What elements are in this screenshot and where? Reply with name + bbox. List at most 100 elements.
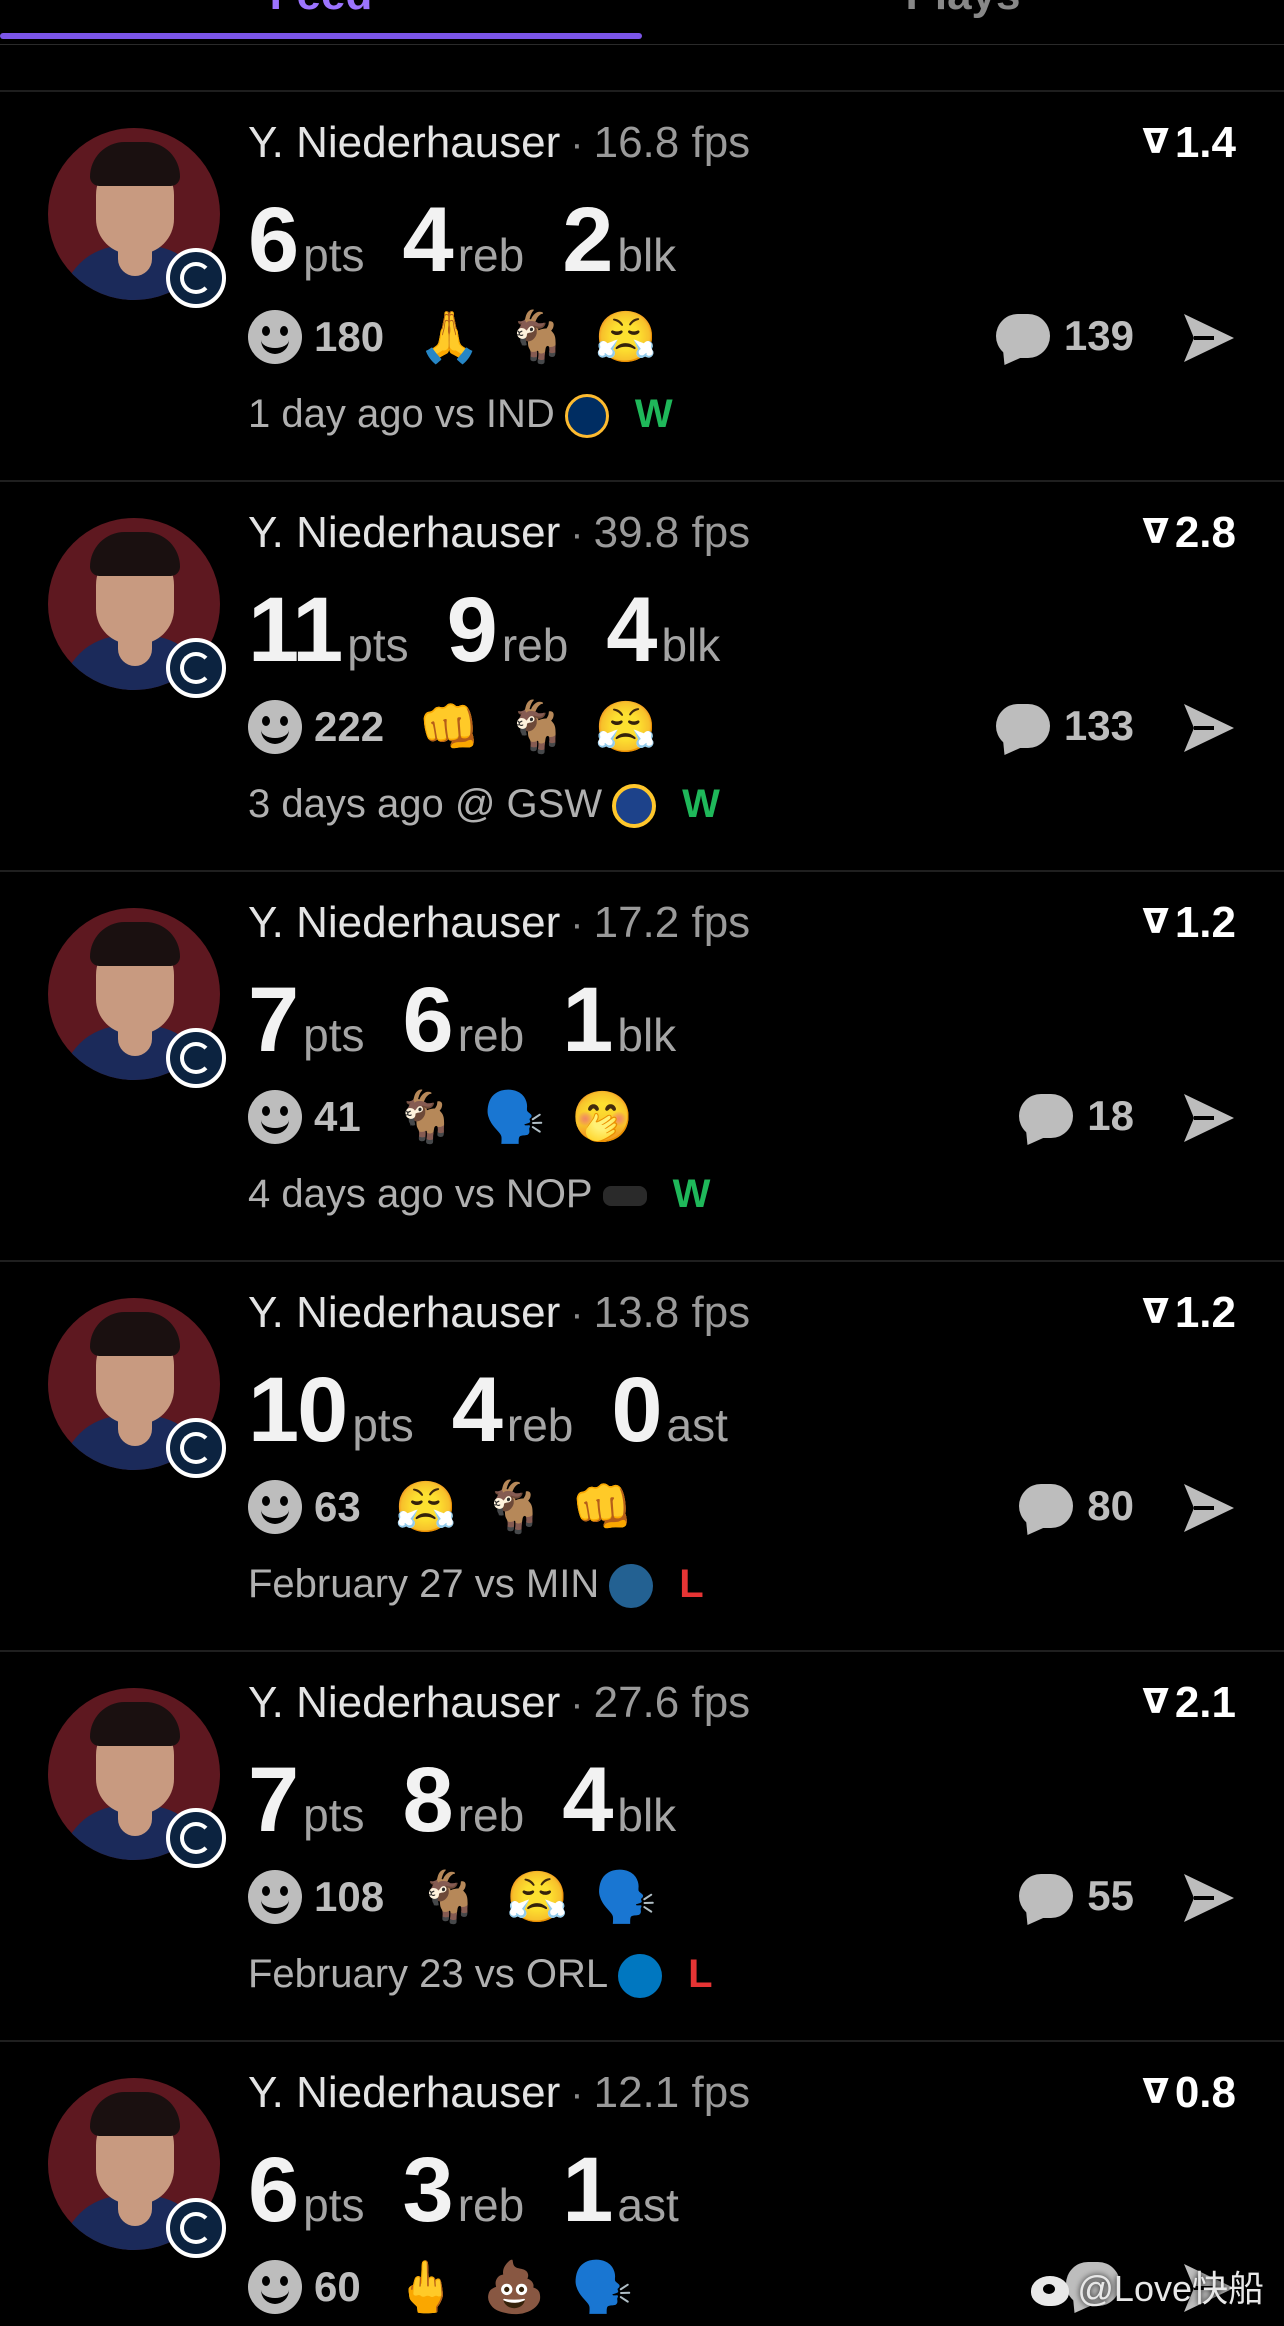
rating-icon: ᐁ [1142, 1293, 1169, 1331]
game-info[interactable]: 3 days ago @ GSW W [248, 782, 720, 829]
player-name[interactable]: Y. Niederhauser [248, 2068, 560, 2117]
reaction-emoji[interactable]: 😤 [595, 312, 657, 362]
stat-value: 0 [611, 1359, 662, 1461]
feed-card[interactable]: Y. Niederhauser · 13.8 fps ᐁ 1.2 10 pts 4 reb 0… [0, 1262, 1284, 1652]
reaction-emoji[interactable]: 😤 [395, 1482, 457, 1532]
smiley-icon[interactable] [248, 310, 302, 364]
timberwolves-logo [609, 1564, 654, 1609]
stat-unit: blk [617, 1789, 677, 1841]
game-info[interactable]: February 27 vs MIN L [248, 1562, 704, 1609]
stat-unit: blk [617, 1009, 677, 1061]
share-icon[interactable] [1180, 310, 1238, 366]
stat-value: 3 [402, 2139, 454, 2241]
rating-icon: ᐁ [1142, 1683, 1169, 1721]
reaction-emoji[interactable]: 🗣️ [595, 1872, 657, 1922]
comment-count: 80 [1087, 1482, 1134, 1529]
player-name[interactable]: Y. Niederhauser [248, 118, 560, 167]
feed-card[interactable]: Y. Niederhauser · 39.8 fps ᐁ 2.8 11 pts 9 reb 4… [0, 482, 1284, 872]
comment-icon [1019, 1094, 1074, 1138]
pelicans-logo [602, 1186, 647, 1207]
reaction-emoji[interactable]: 🐐 [506, 312, 568, 362]
stat-value: 9 [446, 579, 498, 681]
smiley-icon[interactable] [248, 1480, 302, 1534]
stat-unit: reb [506, 1399, 574, 1451]
rating-value: 1.2 [1174, 1288, 1236, 1337]
player-name[interactable]: Y. Niederhauser [248, 1678, 560, 1727]
reaction-emoji[interactable]: 💩 [483, 2262, 545, 2312]
separator-dot: · [570, 2072, 584, 2116]
card-header: Y. Niederhauser · 27.6 fps [248, 1678, 750, 1728]
fantasy-points: 16.8 fps [593, 118, 751, 167]
reaction-emoji[interactable]: 🤭 [571, 1092, 633, 1142]
reaction-emoji[interactable]: 🗣️ [483, 1092, 545, 1142]
separator-dot: · [570, 1682, 584, 1726]
comments-button[interactable]: 55 [1019, 1872, 1134, 1920]
magic-logo [618, 1954, 663, 1999]
smiley-icon[interactable] [248, 2260, 302, 2314]
rating-value: 1.4 [1174, 118, 1236, 167]
stat-value: 6 [248, 189, 299, 291]
reaction-emoji[interactable]: 👊 [418, 702, 480, 752]
stat-line: 6 pts 4 reb 2 blk [248, 188, 714, 293]
stat-line: 6 pts 3 reb 1 ast [248, 2138, 717, 2243]
stat-value: 4 [402, 189, 454, 291]
feed-card[interactable]: Y. Niederhauser · 27.6 fps ᐁ 2.1 7 pts 8 reb 4 b… [0, 1652, 1284, 2042]
smiley-icon[interactable] [248, 700, 302, 754]
reaction-emoji[interactable]: 🖕 [395, 2262, 457, 2312]
stat-pts: 7 pts [248, 1748, 365, 1853]
smiley-icon[interactable] [248, 1090, 302, 1144]
comments-button[interactable]: 139 [995, 312, 1134, 360]
feed-list: Y. Niederhauser · 16.8 fps ᐁ 1.4 6 pts 4 reb 2 b… [0, 92, 1284, 2326]
reaction-emoji[interactable]: 🐐 [483, 1482, 545, 1532]
separator-dot: · [570, 122, 584, 166]
stat-unit: blk [661, 619, 721, 671]
game-info[interactable]: February 23 vs ORL L [248, 1952, 713, 1999]
watermark: @Love快船 [1031, 2260, 1264, 2312]
feed-card[interactable]: Y. Niederhauser · 17.2 fps ᐁ 1.2 7 pts 6 reb 1 b… [0, 872, 1284, 1262]
rating-badge: ᐁ 0.8 [1143, 2068, 1237, 2118]
reaction-emoji[interactable]: 🐐 [395, 1092, 457, 1142]
stat-unit: pts [303, 2179, 365, 2231]
share-icon[interactable] [1180, 700, 1238, 756]
game-result: L [688, 1952, 713, 1996]
player-name[interactable]: Y. Niederhauser [248, 898, 560, 947]
stat-value: 7 [248, 969, 299, 1071]
comments-button[interactable]: 18 [1019, 1092, 1134, 1140]
share-icon[interactable] [1180, 1480, 1238, 1536]
share-icon[interactable] [1180, 1090, 1238, 1146]
game-date-opponent: February 27 vs MIN [248, 1562, 600, 1606]
stat-pts: 10 pts [248, 1358, 414, 1463]
game-info[interactable]: 4 days ago vs NOP W [248, 1172, 710, 1217]
stat-value: 6 [402, 969, 454, 1071]
reaction-emoji[interactable]: 🐐 [418, 1872, 480, 1922]
stat-ast: 0 ast [611, 1358, 728, 1463]
rating-value: 0.8 [1174, 2068, 1236, 2117]
player-name[interactable]: Y. Niederhauser [248, 1288, 560, 1337]
comment-icon [1019, 1484, 1074, 1528]
reactions: 108 🐐 😤 🗣️ [248, 1870, 683, 1930]
reaction-emoji[interactable]: 🗣️ [571, 2262, 633, 2312]
smiley-icon[interactable] [248, 1870, 302, 1924]
reaction-emoji[interactable]: 😤 [506, 1872, 568, 1922]
comments-button[interactable]: 80 [1019, 1482, 1134, 1530]
feed-card[interactable]: Y. Niederhauser · 16.8 fps ᐁ 1.4 6 pts 4 reb 2 b… [0, 92, 1284, 482]
reaction-emoji[interactable]: 👊 [571, 1482, 633, 1532]
stat-reb: 3 reb [403, 2138, 525, 2243]
stat-unit: reb [457, 2179, 525, 2231]
team-logo-icon [166, 1418, 226, 1478]
stat-value: 11 [248, 579, 343, 681]
comments-button[interactable]: 133 [995, 702, 1134, 750]
stat-value: 7 [248, 1749, 299, 1851]
reaction-emoji[interactable]: 😤 [595, 702, 657, 752]
game-info[interactable]: 1 day ago vs IND W [248, 392, 673, 439]
share-icon[interactable] [1180, 1870, 1238, 1926]
active-tab-indicator [0, 33, 642, 39]
filter-strip [0, 44, 1284, 92]
reaction-emoji[interactable]: 🐐 [506, 702, 568, 752]
reaction-emoji[interactable]: 🙏 [418, 312, 480, 362]
player-name[interactable]: Y. Niederhauser [248, 508, 560, 557]
stat-value: 4 [451, 1359, 503, 1461]
stat-unit: pts [303, 1009, 365, 1061]
tab-feed[interactable]: Feed [0, 0, 642, 20]
tab-plays[interactable]: Plays [642, 0, 1284, 20]
